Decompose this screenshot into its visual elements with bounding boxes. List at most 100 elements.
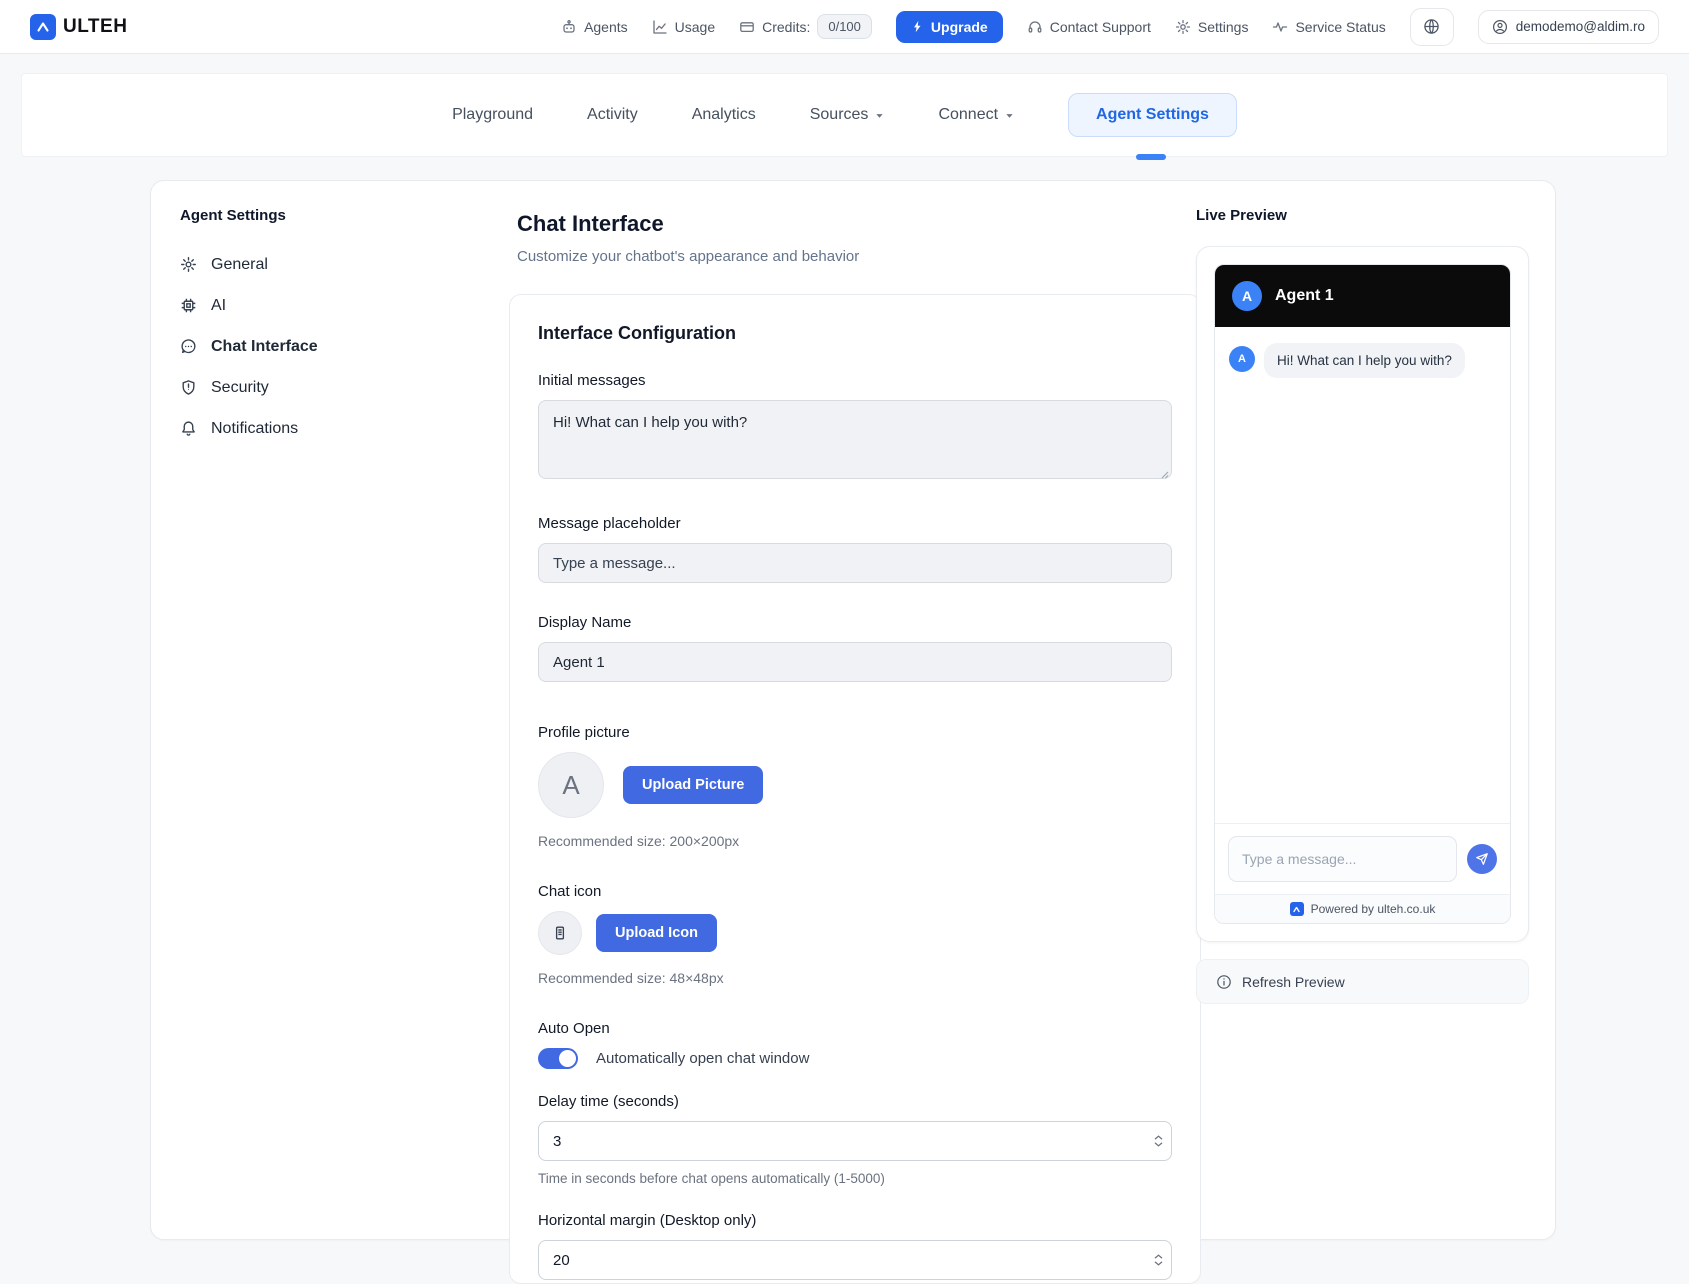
toggle-knob: [559, 1050, 576, 1067]
chart-icon: [652, 19, 668, 35]
shield-icon: [180, 379, 197, 396]
language-button[interactable]: [1410, 8, 1454, 46]
message-placeholder-field: Message placeholder: [538, 515, 1172, 583]
brand[interactable]: ULTEH: [30, 14, 127, 40]
auto-open-label: Auto Open: [538, 1020, 1172, 1037]
gear-icon: [1175, 19, 1191, 35]
sidebar-item-notifications[interactable]: Notifications: [180, 408, 480, 449]
live-preview-panel: Live Preview A Agent 1 A Hi! What can I …: [1196, 207, 1529, 1004]
initial-messages-label: Initial messages: [538, 372, 1172, 389]
message-placeholder-input[interactable]: [538, 543, 1172, 583]
brand-name: ULTEH: [63, 16, 127, 38]
document-icon: [551, 924, 569, 942]
display-name-label: Display Name: [538, 614, 1172, 631]
chat-message-input[interactable]: [1228, 836, 1457, 882]
display-name-input[interactable]: [538, 642, 1172, 682]
tab-activity[interactable]: Activity: [587, 106, 638, 124]
nav-service-status-label: Service Status: [1295, 19, 1385, 35]
chip-icon: [180, 297, 197, 314]
horizontal-margin-label: Horizontal margin (Desktop only): [538, 1212, 1172, 1229]
nav-agents-label: Agents: [584, 19, 628, 35]
tab-activity-label: Activity: [587, 106, 638, 124]
display-name-field: Display Name: [538, 614, 1172, 682]
user-circle-icon: [1492, 19, 1508, 35]
chat-widget-footer: Powered by ulteh.co.uk: [1215, 894, 1510, 923]
agent-name: Agent 1: [1275, 287, 1334, 305]
chat-icon-hint: Recommended size: 48×48px: [538, 970, 1172, 986]
tab-analytics[interactable]: Analytics: [692, 106, 756, 124]
initial-messages-textarea[interactable]: Hi! What can I help you with?: [538, 400, 1172, 479]
upload-icon-button[interactable]: Upload Icon: [596, 914, 717, 952]
sidebar-item-label: Security: [211, 379, 269, 397]
sidebar-item-ai[interactable]: AI: [180, 285, 480, 326]
credits-badge: 0/100: [817, 14, 872, 39]
nav-credits[interactable]: Credits: 0/100: [739, 14, 872, 39]
nav-usage[interactable]: Usage: [652, 19, 715, 35]
stepper-icon[interactable]: [1154, 1135, 1163, 1148]
upgrade-label: Upgrade: [931, 19, 988, 35]
nav-contact-support-label: Contact Support: [1050, 19, 1151, 35]
auto-open-field: Auto Open Automatically open chat window: [538, 1020, 1172, 1069]
stepper-icon[interactable]: [1154, 1254, 1163, 1267]
bell-icon: [180, 420, 197, 437]
robot-icon: [561, 19, 577, 35]
nav-contact-support[interactable]: Contact Support: [1027, 19, 1151, 35]
auto-open-toggle[interactable]: [538, 1048, 578, 1069]
initial-messages-field: Initial messages Hi! What can I help you…: [538, 372, 1172, 484]
sidebar-item-security[interactable]: Security: [180, 367, 480, 408]
nav-credits-label: Credits:: [762, 19, 810, 35]
sidebar-item-chat-interface[interactable]: Chat Interface: [180, 326, 480, 367]
tab-analytics-label: Analytics: [692, 106, 756, 124]
profile-picture-label: Profile picture: [538, 724, 1172, 741]
tab-connect[interactable]: Connect: [938, 106, 1014, 124]
brand-logo-icon: [30, 14, 56, 40]
nav-service-status[interactable]: Service Status: [1272, 19, 1385, 35]
nav-agents[interactable]: Agents: [561, 19, 628, 35]
send-button[interactable]: [1467, 844, 1497, 874]
tab-connect-label: Connect: [938, 106, 998, 124]
profile-picture-field: Profile picture A Upload Picture Recomme…: [538, 724, 1172, 849]
horizontal-margin-field: Horizontal margin (Desktop only) Side sp…: [538, 1212, 1172, 1284]
paper-plane-icon: [1475, 852, 1489, 866]
upload-picture-button[interactable]: Upload Picture: [623, 766, 763, 804]
nav-settings[interactable]: Settings: [1175, 19, 1249, 35]
resize-handle-icon[interactable]: [1159, 469, 1169, 479]
account-menu[interactable]: demodemo@aldim.ro: [1478, 10, 1659, 44]
tab-sources[interactable]: Sources: [810, 106, 885, 124]
chat-bubble-icon: [180, 338, 197, 355]
chevron-down-icon: [875, 111, 884, 120]
delay-time-label: Delay time (seconds): [538, 1093, 1172, 1110]
chat-widget-header: A Agent 1: [1215, 265, 1510, 327]
globe-icon: [1423, 18, 1440, 35]
tab-playground[interactable]: Playground: [452, 106, 533, 124]
profile-avatar: A: [538, 752, 604, 818]
chevron-down-icon: [1005, 111, 1014, 120]
delay-time-field: Delay time (seconds) Time in seconds bef…: [538, 1093, 1172, 1186]
refresh-preview-label: Refresh Preview: [1242, 974, 1345, 990]
interface-configuration-section: Interface Configuration Initial messages…: [509, 294, 1201, 1284]
powered-by-text[interactable]: Powered by ulteh.co.uk: [1311, 902, 1436, 916]
delay-time-input[interactable]: [538, 1121, 1172, 1161]
headset-icon: [1027, 19, 1043, 35]
agent-avatar: A: [1232, 281, 1262, 311]
lightning-icon: [911, 20, 924, 33]
section-title: Interface Configuration: [538, 323, 1172, 344]
tab-agent-settings-label: Agent Settings: [1096, 106, 1209, 123]
message-bubble: Hi! What can I help you with?: [1264, 343, 1465, 378]
page-subtitle: Customize your chatbot's appearance and …: [517, 248, 1201, 265]
nav-settings-label: Settings: [1198, 19, 1249, 35]
sidebar-item-label: General: [211, 256, 268, 274]
ulteh-logo-icon: [1290, 902, 1304, 916]
top-nav: Agents Usage Credits: 0/100 Upgrade: [561, 8, 1659, 46]
info-icon: [1216, 974, 1232, 990]
chat-message-list: A Hi! What can I help you with?: [1215, 327, 1510, 823]
horizontal-margin-input[interactable]: [538, 1240, 1172, 1280]
settings-sidebar: Agent Settings General AI Chat Interface…: [180, 207, 480, 449]
chat-icon-preview: [538, 911, 582, 955]
upgrade-button[interactable]: Upgrade: [896, 11, 1003, 43]
tab-agent-settings[interactable]: Agent Settings: [1068, 93, 1237, 137]
nav-usage-label: Usage: [675, 19, 715, 35]
sidebar-item-general[interactable]: General: [180, 244, 480, 285]
top-header: ULTEH Agents Usage Credits: 0/100: [0, 0, 1689, 54]
refresh-preview-button[interactable]: Refresh Preview: [1196, 959, 1529, 1004]
